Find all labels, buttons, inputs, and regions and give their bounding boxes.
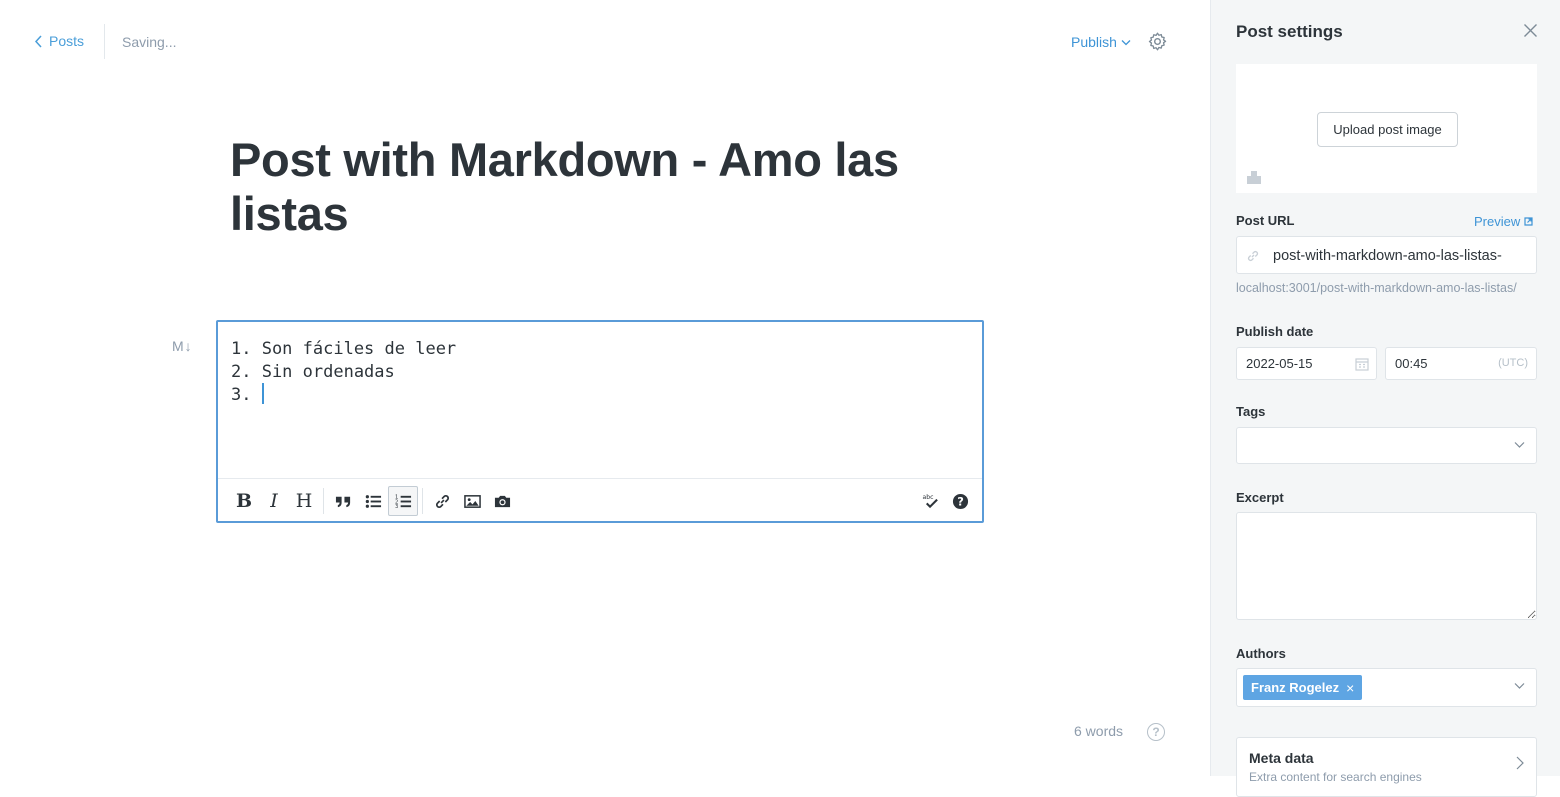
toolbar-divider <box>422 488 423 514</box>
back-to-posts-link[interactable]: Posts <box>34 33 84 49</box>
timezone-label: (UTC) <box>1498 357 1528 369</box>
excerpt-textarea[interactable] <box>1236 512 1537 620</box>
question-circle-icon: ? <box>952 493 968 509</box>
svg-text:?: ? <box>957 494 964 508</box>
svg-text:abc: abc <box>922 494 933 501</box>
author-name: Franz Rogelez <box>1251 680 1340 695</box>
publish-date-input[interactable]: 2022-05-15 <box>1236 347 1377 380</box>
bold-button[interactable]: B <box>229 486 259 516</box>
chevron-left-icon <box>34 34 42 48</box>
post-image-dropzone[interactable]: Upload post image <box>1236 64 1537 193</box>
publish-dropdown[interactable]: Publish <box>1071 34 1131 50</box>
authors-select[interactable]: Franz Rogelez × <box>1236 668 1537 707</box>
heading-button[interactable]: H <box>289 486 319 516</box>
close-icon[interactable] <box>1523 23 1538 38</box>
authors-label: Authors <box>1236 646 1286 661</box>
text-caret <box>261 383 264 404</box>
markdown-toolbar: B I H 123 abc ? <box>218 478 982 523</box>
image-placeholder-icon <box>1247 171 1261 184</box>
svg-text:3: 3 <box>395 504 398 510</box>
meta-data-row[interactable]: Meta data Extra content for search engin… <box>1236 737 1537 797</box>
markdown-line: 2. Sin ordenadas <box>231 361 395 382</box>
chevron-down-icon <box>1514 442 1525 448</box>
remove-author-icon[interactable]: × <box>1346 680 1354 696</box>
numbered-list-icon: 123 <box>395 494 411 510</box>
ordered-list-button[interactable]: 123 <box>388 486 418 516</box>
unordered-list-button[interactable] <box>358 486 388 516</box>
spellcheck-button[interactable]: abc <box>915 486 945 516</box>
spellcheck-icon: abc <box>922 494 938 508</box>
post-title[interactable]: Post with Markdown - Amo las listas <box>230 133 930 241</box>
help-button[interactable]: ? <box>945 486 975 516</box>
markdown-line: 3. <box>231 385 262 405</box>
external-link-icon <box>1524 217 1533 226</box>
post-url-label: Post URL <box>1236 213 1295 228</box>
italic-button[interactable]: I <box>259 486 289 516</box>
editor-topbar: Posts Saving... Publish <box>0 0 1210 84</box>
settings-gear-icon[interactable] <box>1147 31 1168 52</box>
image-icon <box>463 494 481 508</box>
quote-button[interactable] <box>328 486 358 516</box>
post-slug: post-with-markdown-amo-las-listas- <box>1273 248 1502 264</box>
markdown-icon: M↓ <box>172 338 193 354</box>
time-value: 00:45 <box>1395 356 1428 371</box>
link-button[interactable] <box>427 486 457 516</box>
panel-title: Post settings <box>1236 22 1343 41</box>
camera-icon <box>494 495 510 507</box>
bullet-list-icon <box>365 494 381 508</box>
publish-label: Publish <box>1071 34 1117 50</box>
preview-link[interactable]: Preview <box>1474 214 1533 229</box>
markdown-line: 1. Son fáciles de leer <box>231 339 457 359</box>
chevron-down-icon <box>1514 683 1525 689</box>
full-post-url: localhost:3001/post-with-markdown-amo-la… <box>1236 281 1517 295</box>
markdown-editor[interactable]: 1. Son fáciles de leer 2. Sin ordenadas … <box>216 320 984 523</box>
editor-area: Posts Saving... Publish Post with Markdo… <box>0 0 1210 776</box>
post-url-input[interactable]: post-with-markdown-amo-las-listas- <box>1236 236 1537 274</box>
link-icon <box>435 494 449 508</box>
meta-data-title: Meta data <box>1249 750 1314 766</box>
image-button[interactable] <box>457 486 487 516</box>
word-count: 6 words <box>1074 723 1124 739</box>
save-status: Saving... <box>122 34 177 50</box>
chevron-right-icon <box>1516 756 1524 770</box>
calendar-icon <box>1355 358 1369 371</box>
tags-label: Tags <box>1236 404 1266 419</box>
back-label: Posts <box>49 33 85 49</box>
preview-label: Preview <box>1474 214 1521 229</box>
quote-icon <box>335 496 350 507</box>
upload-post-image-button[interactable]: Upload post image <box>1317 112 1458 147</box>
date-value: 2022-05-15 <box>1246 356 1313 371</box>
toolbar-divider <box>323 488 324 514</box>
markdown-content[interactable]: 1. Son fáciles de leer 2. Sin ordenadas … <box>231 338 456 407</box>
editor-help-icon[interactable]: ? <box>1147 723 1165 741</box>
publish-time-input[interactable]: 00:45 (UTC) <box>1385 347 1537 380</box>
excerpt-label: Excerpt <box>1236 490 1284 505</box>
publish-date-label: Publish date <box>1236 324 1314 339</box>
divider <box>104 24 105 59</box>
chevron-down-icon <box>1121 39 1131 45</box>
link-icon <box>1247 250 1259 262</box>
meta-data-subtitle: Extra content for search engines <box>1249 770 1422 784</box>
camera-button[interactable] <box>487 486 517 516</box>
post-settings-panel: Post settings Upload post image Post URL… <box>1210 0 1560 797</box>
author-token[interactable]: Franz Rogelez × <box>1243 675 1363 700</box>
tags-select[interactable] <box>1236 427 1537 464</box>
